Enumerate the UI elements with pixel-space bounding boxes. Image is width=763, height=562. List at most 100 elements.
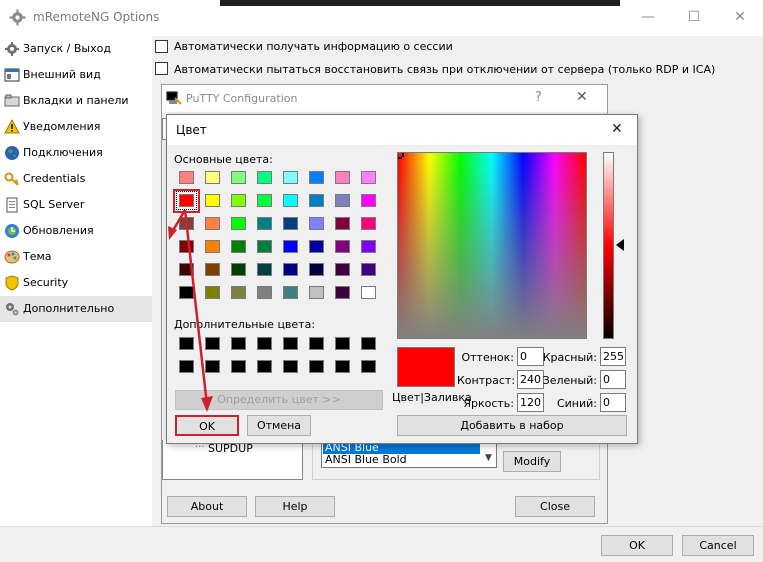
green-label: Зеленый: [542, 374, 597, 387]
putty-help-button[interactable]: ? [535, 90, 542, 105]
custom-color-swatch[interactable] [335, 360, 350, 373]
basic-color-swatch[interactable] [257, 194, 272, 207]
blue-field[interactable]: 0 [600, 393, 626, 412]
cancel-main-button[interactable]: Cancel [682, 535, 754, 556]
sidebar-item-updates[interactable]: Обновления [0, 218, 152, 244]
custom-color-swatch[interactable] [231, 337, 246, 350]
auto-reconnect-checkbox[interactable] [155, 62, 168, 75]
sidebar-item-sql-server[interactable]: SQL Server [0, 192, 152, 218]
sidebar-item-security[interactable]: Security [0, 270, 152, 296]
basic-color-swatch[interactable] [283, 240, 298, 253]
basic-color-swatch[interactable] [361, 263, 376, 276]
color-spectrum[interactable] [397, 152, 587, 339]
cancel-button[interactable]: Отмена [247, 415, 311, 436]
basic-color-swatch[interactable] [231, 171, 246, 184]
sidebar-item-label: SQL Server [23, 198, 85, 211]
sidebar-item-appearance[interactable]: Внешний вид [0, 62, 152, 88]
putty-close-button[interactable]: ✕ [576, 89, 588, 105]
basic-color-swatch[interactable] [231, 240, 246, 253]
basic-color-swatch[interactable] [309, 194, 324, 207]
custom-color-swatch[interactable] [283, 337, 298, 350]
basic-color-swatch[interactable] [257, 171, 272, 184]
basic-color-swatch[interactable] [335, 240, 350, 253]
custom-color-swatch[interactable] [309, 360, 324, 373]
about-button[interactable]: About [167, 496, 247, 517]
basic-color-swatch[interactable] [283, 171, 298, 184]
basic-color-swatch[interactable] [231, 194, 246, 207]
basic-color-swatch[interactable] [231, 217, 246, 230]
maximize-button[interactable]: ☐ [671, 0, 717, 36]
gear-icon [5, 42, 19, 56]
sidebar: Запуск / Выход Внешний вид Вкладки и пан… [0, 36, 152, 526]
warning-icon [4, 119, 20, 134]
basic-color-swatch[interactable] [361, 240, 376, 253]
basic-color-swatch[interactable] [335, 263, 350, 276]
ok-button[interactable]: OK [175, 415, 239, 436]
basic-color-swatch[interactable] [283, 217, 298, 230]
sidebar-item-label: Обновления [23, 224, 94, 237]
basic-color-swatch[interactable] [309, 286, 324, 299]
close-button[interactable]: ✕ [717, 0, 763, 36]
basic-color-swatch[interactable] [257, 286, 272, 299]
close-putty-button[interactable]: Close [515, 496, 595, 517]
basic-color-swatch[interactable] [309, 171, 324, 184]
ok-main-button[interactable]: OK [601, 535, 673, 556]
color-dialog-close-button[interactable]: ✕ [611, 121, 623, 137]
auto-reconnect-label: Автоматически пытаться восстановить связ… [174, 63, 716, 76]
sidebar-item-theme[interactable]: Тема [0, 244, 152, 270]
sidebar-item-credentials[interactable]: Credentials [0, 166, 152, 192]
chevron-down-icon[interactable]: ▼ [485, 453, 492, 463]
document-icon [6, 197, 18, 213]
luminance-arrow-icon[interactable] [616, 239, 624, 251]
basic-color-swatch[interactable] [283, 194, 298, 207]
help-button[interactable]: Help [255, 496, 335, 517]
basic-color-swatch[interactable] [257, 217, 272, 230]
basic-color-swatch[interactable] [309, 217, 324, 230]
custom-color-swatch[interactable] [309, 337, 324, 350]
basic-color-swatch[interactable] [361, 217, 376, 230]
sidebar-item-connections[interactable]: Подключения [0, 140, 152, 166]
annotation-arrow [168, 209, 213, 412]
red-field[interactable]: 255 [600, 347, 626, 366]
basic-color-swatch[interactable] [335, 286, 350, 299]
basic-color-swatch[interactable] [309, 263, 324, 276]
custom-color-swatch[interactable] [335, 337, 350, 350]
custom-color-swatch[interactable] [231, 360, 246, 373]
luminance-slider[interactable] [603, 152, 614, 339]
basic-color-swatch[interactable] [309, 240, 324, 253]
basic-color-swatch[interactable] [257, 263, 272, 276]
green-field[interactable]: 0 [600, 370, 626, 389]
sidebar-item-label: Внешний вид [23, 68, 101, 81]
auto-session-info-label: Автоматически получать информацию о сесс… [174, 40, 453, 53]
custom-color-swatch[interactable] [361, 337, 376, 350]
basic-color-swatch[interactable] [335, 217, 350, 230]
colour-list-item[interactable]: ANSI Blue Bold [323, 454, 480, 466]
basic-color-swatch[interactable] [361, 286, 376, 299]
putty-category-tree[interactable]: ··· SUPDUP [162, 440, 303, 480]
basic-color-swatch[interactable] [231, 286, 246, 299]
basic-color-swatch[interactable] [335, 171, 350, 184]
auto-session-info-checkbox[interactable] [155, 40, 168, 53]
custom-color-swatch[interactable] [361, 360, 376, 373]
modify-button[interactable]: Modify [503, 451, 561, 472]
basic-color-swatch[interactable] [361, 194, 376, 207]
sidebar-item-notifications[interactable]: Уведомления [0, 114, 152, 140]
gear-icon [9, 9, 26, 26]
tabs-icon [4, 94, 20, 107]
basic-color-swatch[interactable] [361, 171, 376, 184]
basic-color-swatch[interactable] [257, 240, 272, 253]
shield-icon [5, 275, 19, 291]
basic-color-swatch[interactable] [283, 263, 298, 276]
sidebar-item-startup[interactable]: Запуск / Выход [0, 36, 152, 62]
basic-color-swatch[interactable] [231, 263, 246, 276]
sidebar-item-tabs[interactable]: Вкладки и панели [0, 88, 152, 114]
basic-color-swatch[interactable] [283, 286, 298, 299]
colour-list[interactable]: ANSI Blue ANSI Blue Bold ▼ [321, 440, 497, 468]
add-to-custom-colors-button[interactable]: Добавить в набор [397, 415, 627, 436]
basic-color-swatch[interactable] [335, 194, 350, 207]
custom-color-swatch[interactable] [283, 360, 298, 373]
custom-color-swatch[interactable] [257, 337, 272, 350]
custom-color-swatch[interactable] [257, 360, 272, 373]
minimize-button[interactable]: — [625, 0, 671, 36]
sidebar-item-advanced[interactable]: Дополнительно [0, 296, 152, 322]
